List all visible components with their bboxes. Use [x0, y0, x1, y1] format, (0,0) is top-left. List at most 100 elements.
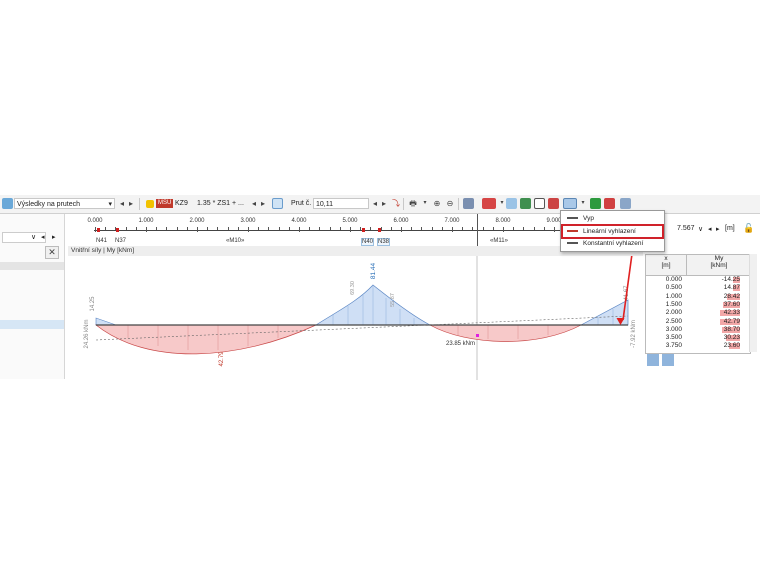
ruler-tick — [554, 227, 555, 232]
label-min2: 23.85 kNm — [446, 341, 475, 347]
column-x-unit: [m] — [661, 262, 671, 269]
label-peak: 81.44 — [370, 262, 377, 279]
member-number-field[interactable]: 10,11 — [313, 198, 369, 209]
sections-icon[interactable] — [548, 198, 559, 209]
ruler-tick — [197, 227, 198, 232]
table-row[interactable]: 0.000 -14.25 — [646, 276, 750, 284]
previous-arrow-icon[interactable]: ◂ — [41, 233, 45, 241]
select-member-icon[interactable] — [272, 198, 283, 209]
ruler-tick — [135, 227, 137, 230]
zoom-in-icon[interactable]: ⊕ — [431, 197, 443, 210]
table-row[interactable]: 1.000 28.42 — [646, 293, 750, 301]
color-scale-icon[interactable] — [590, 198, 601, 209]
ruler-tick — [268, 227, 270, 230]
node-label[interactable]: N40 — [361, 238, 375, 246]
node-label[interactable]: N38 — [377, 238, 391, 246]
ruler-tick — [146, 227, 147, 232]
table-row[interactable]: 3.750 23.60 — [646, 342, 750, 350]
max-filter-icon[interactable] — [647, 354, 659, 366]
member-end-icon[interactable] — [520, 198, 531, 209]
chevron-down-icon[interactable]: ∨ — [31, 233, 36, 241]
next-arrow-icon[interactable]: ▸ — [125, 197, 137, 210]
filter-icon[interactable] — [662, 354, 674, 366]
cell-my: 37.60 — [723, 300, 740, 308]
table-row[interactable]: 2.500 42.79 — [646, 318, 750, 326]
navigator-filter-combo[interactable] — [2, 232, 46, 243]
support-icon[interactable] — [506, 198, 517, 209]
position-value[interactable]: 7.567 — [677, 225, 695, 232]
ruler-tick — [237, 227, 239, 230]
ruler-tick — [227, 227, 229, 230]
table-row[interactable]: 0.500 14.87 — [646, 284, 750, 292]
results-type-combo[interactable]: Výsledky na prutech ▾ — [14, 198, 115, 209]
column-header-x: x [m] — [646, 255, 686, 276]
separator — [403, 198, 404, 210]
chevron-down-icon[interactable]: ∨ — [698, 225, 703, 233]
table-scrollbar[interactable] — [749, 254, 757, 352]
menu-item-linear-smoothing[interactable]: Lineární vyhlazení — [561, 224, 664, 239]
smoothing-menu: Vyp Lineární vyhlazení Konstantní vyhlaz… — [560, 210, 665, 252]
panel-toggle-icon[interactable] — [620, 198, 631, 209]
ruler-tick — [390, 227, 392, 230]
ruler-tick — [472, 227, 474, 230]
chevron-down-icon[interactable]: ▾ — [419, 197, 431, 210]
label-right-end: -7.92 kNm — [631, 320, 637, 348]
ruler-tick-label: 0.000 — [87, 218, 103, 224]
ruler-tick — [299, 227, 300, 232]
fit-view-icon[interactable] — [534, 198, 545, 209]
cell-my: 30.23 — [723, 334, 740, 342]
separator — [458, 198, 459, 210]
extremes-icon[interactable] — [604, 198, 615, 209]
table-row[interactable]: 2.000 42.33 — [646, 309, 750, 317]
result-lines-icon[interactable] — [463, 198, 474, 209]
table-row[interactable]: 3.500 30.23 — [646, 334, 750, 342]
zoom-out-icon[interactable]: ⊖ — [444, 197, 456, 210]
ruler-tick — [441, 227, 443, 230]
menu-item-off[interactable]: Vyp — [563, 213, 662, 224]
results-type-value: Výsledky na prutech — [17, 201, 81, 208]
member-label[interactable]: «M10» — [226, 238, 244, 244]
ruler-tick — [105, 227, 107, 230]
ruler-tick — [411, 227, 413, 230]
ruler-tick — [462, 227, 464, 230]
ruler-tick — [452, 227, 453, 232]
member-label[interactable]: «M11» — [490, 238, 508, 244]
cell-x: 3.750 — [665, 342, 682, 350]
next-arrow-icon[interactable]: ▸ — [257, 197, 269, 210]
chevron-down-icon[interactable]: ▾ — [577, 197, 589, 210]
node-marker — [362, 228, 365, 232]
lock-icon[interactable]: 🔓 — [743, 223, 754, 234]
ruler-tick — [278, 227, 280, 230]
previous-arrow-icon[interactable]: ◂ — [708, 225, 712, 233]
print-icon[interactable]: 🖶 — [407, 197, 419, 210]
chart-title: Vnitřní síly | My [kNm] — [68, 246, 643, 256]
cell-x: 2.000 — [665, 309, 682, 317]
cell-x: 0.500 — [665, 284, 682, 292]
result-values-icon[interactable] — [482, 198, 496, 209]
pick-member-icon[interactable]: ⤵ — [390, 197, 402, 210]
chevron-down-icon: ▾ — [108, 201, 112, 208]
next-arrow-icon[interactable]: ▸ — [378, 197, 390, 210]
cell-x: 1.000 — [665, 292, 682, 300]
table-row[interactable]: 1.500 37.60 — [646, 301, 750, 309]
ruler-tick-label: 1.000 — [138, 218, 154, 224]
table-row[interactable]: 3.000 38.70 — [646, 326, 750, 334]
combo-formula[interactable]: 1.35 * ZS1 + ... — [197, 198, 244, 210]
ruler-tick-label: 4.000 — [291, 218, 307, 224]
next-arrow-icon[interactable]: ▸ — [716, 225, 720, 233]
smoothing-icon[interactable] — [563, 198, 577, 209]
ruler-tick — [401, 227, 402, 232]
close-icon[interactable]: ✕ — [45, 246, 59, 259]
selected-list-item[interactable] — [0, 320, 64, 329]
node-label[interactable]: N41 — [96, 238, 107, 244]
next-arrow-icon[interactable]: ▸ — [52, 233, 56, 241]
msu-badge: MSU — [156, 199, 174, 208]
menu-item-constant-smoothing[interactable]: Konstantní vyhlazení — [563, 238, 662, 249]
ruler-tick — [258, 227, 260, 230]
ruler-tick-label: 3.000 — [240, 218, 256, 224]
position-cursor[interactable] — [477, 214, 478, 246]
member-number-value: 10,11 — [316, 201, 333, 208]
node-label[interactable]: N37 — [115, 238, 126, 244]
moment-diagram: 24.26 kNm 14.25 42.79 81.44 69.30 55.87 … — [84, 256, 637, 380]
label-peak-right: 55.87 — [390, 293, 396, 307]
